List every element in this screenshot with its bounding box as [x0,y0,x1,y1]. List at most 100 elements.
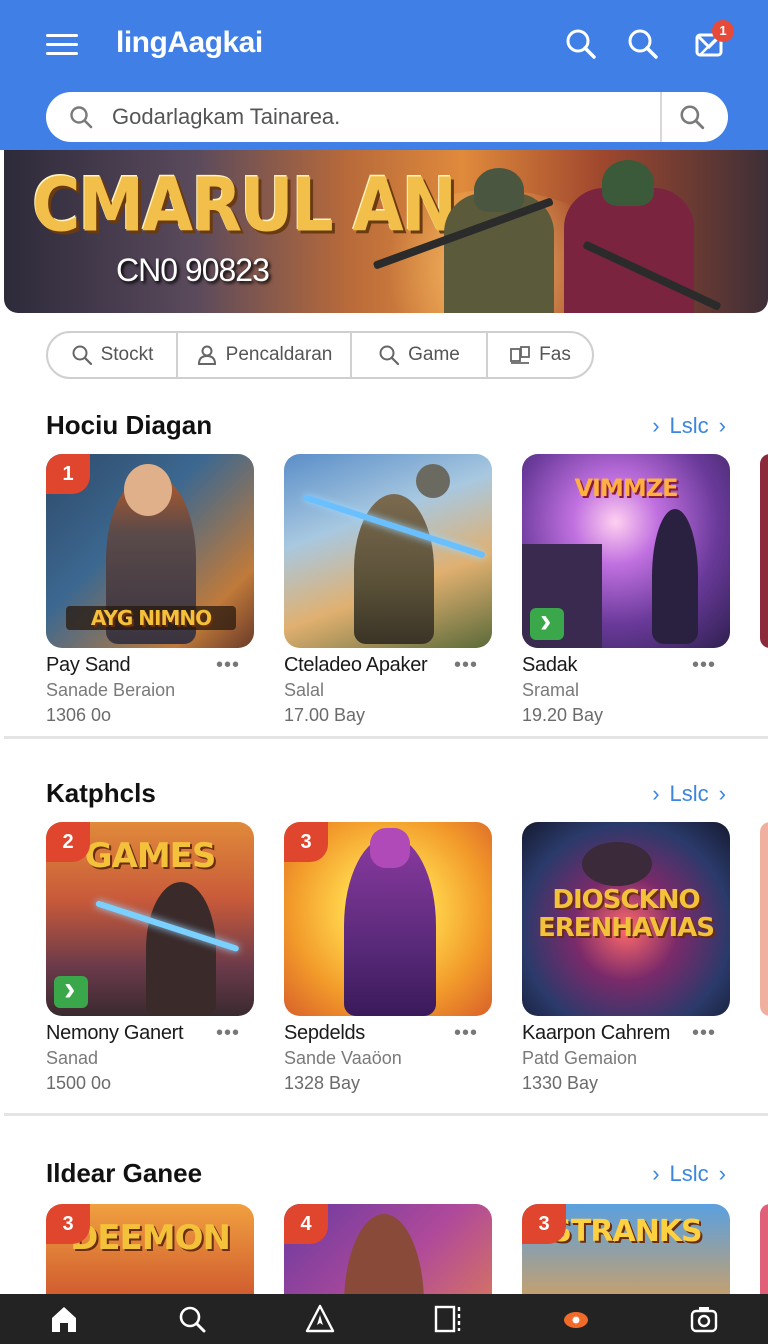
banner-helmet-left [474,168,524,212]
game-publisher: Salal [284,680,325,700]
game-card[interactable]: AYG NIMNO 1 Pay Sand ••• Sanade Beraion … [46,454,254,725]
game-publisher: Sanad [46,1048,99,1068]
rank-badge: 3 [46,1204,90,1244]
filter-chip-stockt[interactable]: Stockt [48,333,178,377]
filter-chip-fas[interactable]: Fas [488,333,592,377]
see-all-label: Lslc [669,1161,709,1186]
game-publisher: Patd Gemaion [522,1048,638,1068]
search-input[interactable] [112,100,692,134]
thumbnail-title: AYG NIMNO [66,606,236,630]
search-icon [72,345,92,366]
see-all-label: Lslc [669,413,709,438]
search-icon[interactable] [563,26,599,62]
game-card[interactable]: GAMES 2 Nemony Ganert ••• Sanad 1500 0o [46,822,254,1093]
game-name: Cteladeo Apaker [284,654,428,676]
bottom-navigation [0,1294,768,1344]
filter-chip-game[interactable]: Game [352,333,488,377]
game-card[interactable]: 3 Sepdelds ••• Sande Vaaöon 1328 Bay [284,822,492,1093]
next-card-peek [760,454,768,648]
more-options-icon[interactable]: ••• [692,1022,716,1045]
game-thumbnail[interactable]: 4 [284,1204,492,1294]
rank-badge: 3 [522,1204,566,1244]
game-thumbnail[interactable] [284,454,492,648]
game-name: Sadak [522,654,578,676]
more-options-icon[interactable]: ••• [454,654,478,677]
character-figure [652,509,698,644]
game-card[interactable]: Cteladeo Apaker ••• Salal 17.00 Bay [284,454,492,725]
more-options-icon[interactable]: ••• [216,1022,240,1045]
banner-subtitle: CN0 90823 [116,252,270,288]
library-icon[interactable] [428,1299,468,1339]
play-button[interactable] [530,602,564,641]
section-divider [4,736,768,739]
game-thumbnail[interactable]: VIMMZE [522,454,730,648]
chevron-right-icon: › [718,781,726,806]
notification-badge: 1 [712,20,734,42]
search-icon[interactable] [625,26,661,62]
next-card-peek [760,822,768,1016]
game-card[interactable]: STRANKS 3 [522,1204,730,1294]
chevron-right-icon: › [718,1161,726,1186]
home-icon[interactable] [44,1299,84,1339]
banner-title: CMARUL AN [32,162,457,249]
filter-chip-label: Fas [539,344,571,365]
notification-icon[interactable]: 1 [692,20,734,62]
camera-icon[interactable] [684,1299,724,1339]
filter-chip-label: Game [408,344,460,365]
more-options-icon[interactable]: ••• [454,1022,478,1045]
filter-chip-pencaldaran[interactable]: Pencaldaran [178,333,352,377]
play-button[interactable] [54,970,88,1009]
robot-head [370,828,410,868]
see-all-link[interactable]: › Lslc › [652,1161,726,1187]
filter-chips: Stockt Pencaldaran Game Fas [46,331,594,379]
rank-badge: 4 [284,1204,328,1244]
game-thumbnail[interactable]: GAMES 2 [46,822,254,1016]
soldier-figure [146,882,216,1016]
games-icon[interactable] [556,1299,596,1339]
game-name: Pay Sand [46,654,131,676]
search-submit-icon[interactable] [678,103,706,131]
thumbnail-title: DIOSCKNO ERENHAVIAS [537,885,715,943]
see-all-link[interactable]: › Lslc › [652,413,726,439]
search-icon [70,106,93,129]
game-thumbnail[interactable]: DIOSCKNO ERENHAVIAS [522,822,730,1016]
game-meta: 1500 0o [46,1073,112,1093]
chevron-right-icon: › [652,781,660,806]
game-meta: 19.20 Bay [522,705,604,725]
filter-chip-label: Pencaldaran [225,344,333,365]
compass-icon[interactable] [300,1299,340,1339]
app-header: lingAagkai 1 [0,0,768,150]
game-card[interactable]: VIMMZE Sadak ••• Sramal 19.20 Bay [522,454,730,725]
see-all-link[interactable]: › Lslc › [652,781,726,807]
game-card[interactable]: DEEMON 3 [46,1204,254,1294]
soldier-helmet [416,464,450,498]
game-publisher: Sanade Beraion [46,680,176,700]
app-title: lingAagkai [116,26,263,59]
game-card[interactable]: 4 [284,1204,492,1294]
rank-badge: 2 [46,822,90,862]
game-thumbnail[interactable]: STRANKS 3 [522,1204,730,1294]
rank-badge: 1 [46,454,90,494]
search-bar [46,92,728,142]
more-options-icon[interactable]: ••• [216,654,240,677]
menu-icon[interactable] [44,30,80,58]
search-divider [660,92,662,142]
character-figure [582,842,652,886]
game-meta: 1306 0o [46,705,112,725]
chevron-right-icon: › [652,413,660,438]
rank-badge: 3 [284,822,328,862]
search-icon[interactable] [172,1299,212,1339]
section-hociu-diagan: Hociu Diagan › Lslc › AYG NIMNO 1 Pay Sa… [0,400,768,740]
game-thumbnail[interactable]: 3 [284,822,492,1016]
game-thumbnail[interactable]: AYG NIMNO 1 [46,454,254,648]
section-title: Katphcls [46,778,156,808]
game-card[interactable]: DIOSCKNO ERENHAVIAS Kaarpon Cahrem ••• P… [522,822,730,1093]
game-thumbnail[interactable]: DEEMON 3 [46,1204,254,1294]
section-title: Ildear Ganee [46,1158,203,1188]
banner-soldier-right [564,188,694,313]
section-katphcls: Katphcls › Lslc › GAMES 2 Nemony Ganert … [0,768,768,1118]
featured-banner[interactable]: CMARUL AN CN0 90823 [4,150,768,313]
character-head [124,464,172,516]
more-options-icon[interactable]: ••• [692,654,716,677]
section-title: Hociu Diagan [46,410,213,440]
